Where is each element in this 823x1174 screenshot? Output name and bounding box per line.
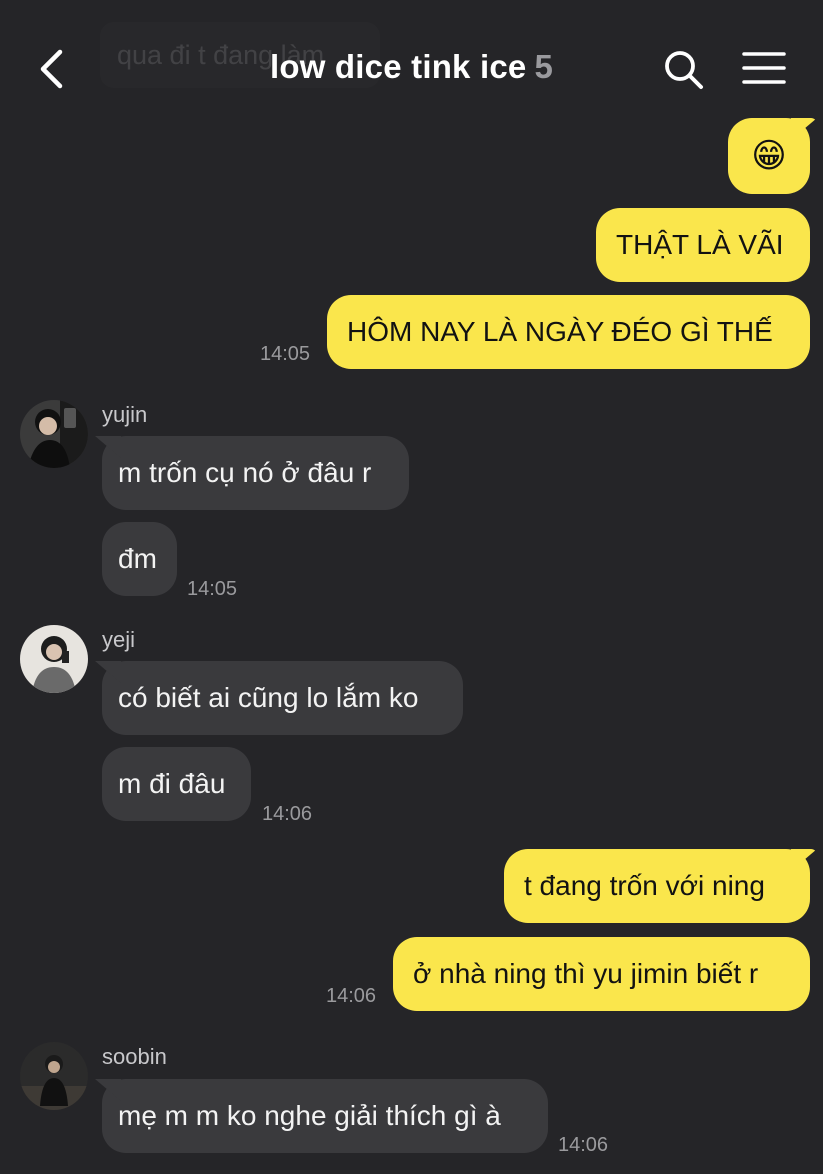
message-text: mẹ m m ko nghe giải thích gì à bbox=[118, 1100, 501, 1131]
message-timestamp: 14:05 bbox=[260, 343, 311, 365]
message-text: đm bbox=[118, 543, 157, 574]
message-text: m đi đâu bbox=[118, 768, 226, 799]
chat-name: low dice tink ice bbox=[269, 48, 527, 85]
incoming-message[interactable]: có biết ai cũng lo lắm ko bbox=[102, 661, 463, 735]
avatar-yeji[interactable] bbox=[20, 625, 88, 693]
incoming-message[interactable]: m trốn cụ nó ở đâu r bbox=[102, 436, 409, 510]
incoming-message[interactable]: đm bbox=[102, 522, 177, 596]
member-count: 5 bbox=[534, 48, 554, 85]
chat-header: qua đi t đang làm low dice tink ice 5 bbox=[0, 0, 823, 140]
search-icon[interactable] bbox=[660, 46, 706, 92]
message-text: HÔM NAY LÀ NGÀY ĐÉO GÌ THẾ bbox=[347, 316, 773, 347]
message-text: t đang trốn với ning bbox=[524, 870, 765, 901]
message-text: ở nhà ning thì yu jimin biết r bbox=[413, 958, 759, 989]
message-timestamp: 14:06 bbox=[558, 1134, 609, 1156]
sender-name: yujin bbox=[102, 402, 148, 427]
outgoing-message[interactable]: THẬT LÀ VÃI bbox=[596, 208, 810, 282]
outgoing-message[interactable]: HÔM NAY LÀ NGÀY ĐÉO GÌ THẾ bbox=[327, 295, 810, 369]
outgoing-message[interactable]: ở nhà ning thì yu jimin biết r bbox=[393, 937, 810, 1011]
message-timestamp: 14:05 bbox=[187, 578, 238, 600]
avatar-soobin[interactable] bbox=[20, 1042, 88, 1110]
sender-name: yeji bbox=[102, 627, 136, 652]
outgoing-message[interactable]: t đang trốn với ning bbox=[504, 849, 810, 923]
message-text: THẬT LÀ VÃI bbox=[616, 229, 784, 260]
message-text: có biết ai cũng lo lắm ko bbox=[118, 682, 419, 713]
outgoing-message[interactable]: 😁 bbox=[728, 118, 810, 194]
sender-name: soobin bbox=[102, 1044, 167, 1069]
message-timestamp: 14:06 bbox=[326, 985, 377, 1007]
message-text: m trốn cụ nó ở đâu r bbox=[118, 457, 372, 488]
grinning-emoji: 😁 bbox=[751, 137, 787, 175]
avatar-yujin[interactable] bbox=[20, 400, 88, 468]
message-timestamp: 14:06 bbox=[262, 803, 313, 825]
incoming-message[interactable]: m đi đâu bbox=[102, 747, 251, 821]
hamburger-menu-icon[interactable] bbox=[742, 50, 786, 86]
incoming-message[interactable]: mẹ m m ko nghe giải thích gì à bbox=[102, 1079, 548, 1153]
